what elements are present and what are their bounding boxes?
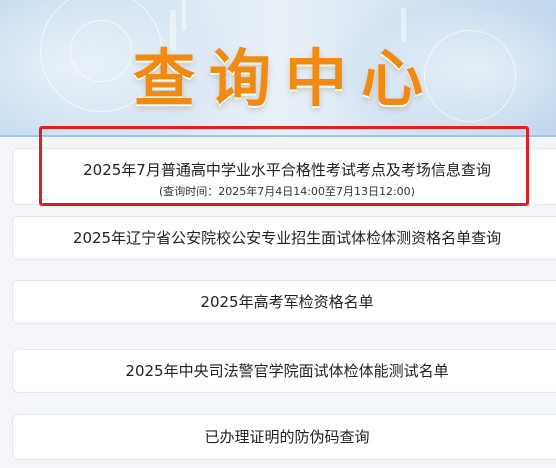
page-title: 查询中心 (132, 42, 437, 115)
query-item-time-note: (查询时间：2025年7月4日14:00至7月13日12:00) (159, 185, 415, 198)
query-item-judicial-police[interactable]: 2025年中央司法警官学院面试体检体能测试名单 (12, 349, 556, 393)
header-banner: 查询中心 (0, 0, 556, 136)
query-item-anticounterfeit[interactable]: 已办理证明的防伪码查询 (12, 414, 556, 460)
query-item-label: 已办理证明的防伪码查询 (204, 428, 370, 446)
query-item-exam-venue[interactable]: 2025年7月普通高中学业水平合格性考试考点及考场信息查询 (查询时间：2025… (12, 148, 556, 205)
query-item-label: 2025年高考军检资格名单 (200, 293, 374, 311)
banner-divider (0, 135, 556, 137)
query-item-military-check[interactable]: 2025年高考军检资格名单 (12, 280, 556, 324)
query-item-police-academy[interactable]: 2025年辽宁省公安院校公安专业招生面试体检体测资格名单查询 (12, 216, 556, 260)
query-item-label: 2025年辽宁省公安院校公安专业招生面试体检体测资格名单查询 (72, 229, 502, 247)
query-item-label: 2025年7月普通高中学业水平合格性考试考点及考场信息查询 (83, 161, 491, 179)
banner-bar (182, 0, 186, 30)
query-item-label: 2025年中央司法警官学院面试体检体能测试名单 (125, 362, 449, 380)
